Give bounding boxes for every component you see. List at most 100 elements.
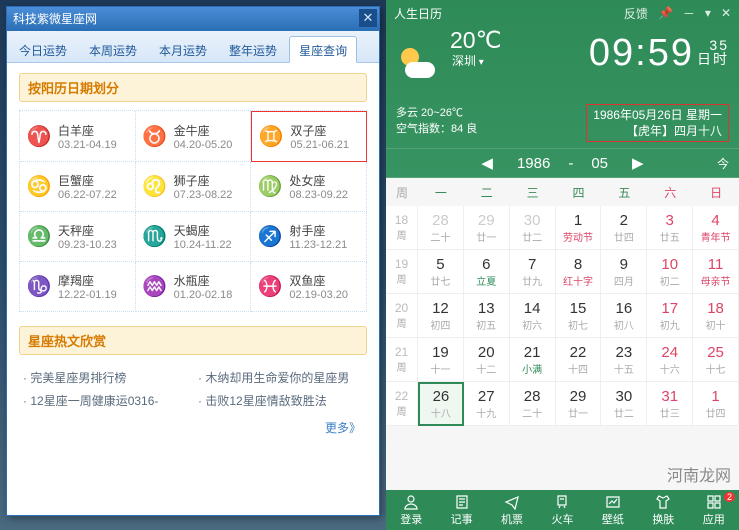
bottom-app[interactable]: 应用2 [689,490,739,530]
prev-month-icon[interactable]: ◀ [475,154,499,172]
day-cell[interactable]: 13初五 [464,294,510,338]
zodiac-glyph-icon: ♓ [257,274,283,300]
bottom-bar: 登录记事机票火车壁纸换肤应用2 [386,490,739,530]
feedback-link[interactable]: 反馈 [624,5,648,22]
nav-month[interactable]: 05 [591,155,608,172]
day-cell[interactable]: 16初八 [601,294,647,338]
bottom-pic[interactable]: 壁纸 [588,490,638,530]
day-cell[interactable]: 24十六 [647,338,693,382]
day-cell[interactable]: 7廿九 [510,250,556,294]
day-cell[interactable]: 29廿一 [556,382,602,426]
sign-狮子座[interactable]: ♌狮子座07.23-08.22 [136,162,252,212]
today-button[interactable]: 今 [717,155,729,172]
tab-3[interactable]: 整年运势 [219,36,287,63]
day-cell[interactable]: 28二十 [510,382,556,426]
sign-射手座[interactable]: ♐射手座11.23-12.21 [251,212,367,262]
hot-link[interactable]: 木纳却用生命爱你的星座男 [198,369,363,386]
day-cell[interactable]: 1劳动节 [556,206,602,250]
bottom-skin[interactable]: 换肤 [638,490,688,530]
zodiac-glyph-icon: ♉ [142,123,168,149]
day-cell[interactable]: 4青年节 [693,206,739,250]
day-cell[interactable]: 20十二 [464,338,510,382]
calendar-header: 20℃ 深圳 09:59 35 日时 [386,26,739,104]
minimize-icon[interactable]: － [683,5,695,22]
weather-city[interactable]: 深圳 [452,54,484,68]
zodiac-glyph-icon: ♍ [257,174,283,200]
hot-articles-section: 星座热文欣赏 完美星座男排行榜木纳却用生命爱你的星座男12星座一周健康运0316… [19,326,367,415]
day-cell[interactable]: 1廿四 [693,382,739,426]
zodiac-glyph-icon: ♈ [26,123,52,149]
bottom-note[interactable]: 记事 [436,490,486,530]
sign-摩羯座[interactable]: ♑摩羯座12.22-01.19 [20,262,136,312]
sign-双鱼座[interactable]: ♓双鱼座02.19-03.20 [251,262,367,312]
day-cell[interactable]: 19十一 [418,338,464,382]
sign-处女座[interactable]: ♍处女座08.23-09.22 [251,162,367,212]
sign-巨蟹座[interactable]: ♋巨蟹座06.22-07.22 [20,162,136,212]
sign-白羊座[interactable]: ♈白羊座03.21-04.19 [20,111,136,162]
day-cell[interactable]: 29廿一 [464,206,510,250]
dow-header: 三 [510,184,556,201]
close-icon[interactable]: ✕ [721,6,731,20]
calendar-titlebar[interactable]: 人生日历 反馈 📌 － ▾ ✕ [386,0,739,26]
day-cell[interactable]: 15初七 [556,294,602,338]
week-col-header: 周 [386,184,418,201]
menu-icon[interactable]: ▾ [705,6,711,20]
day-cell[interactable]: 28二十 [418,206,464,250]
day-cell[interactable]: 12初四 [418,294,464,338]
tab-1[interactable]: 本周运势 [79,36,147,63]
weather-icon[interactable] [396,32,450,100]
day-cell[interactable]: 10初二 [647,250,693,294]
day-cell[interactable]: 9四月 [601,250,647,294]
day-cell[interactable]: 26十八 [418,382,464,426]
zodiac-glyph-icon: ♑ [26,274,52,300]
next-month-icon[interactable]: ▶ [626,154,650,172]
day-cell[interactable]: 17初九 [647,294,693,338]
day-cell[interactable]: 31廿三 [647,382,693,426]
selected-date-badge: 1986年05月26日 星期一 【虎年】四月十八 [586,104,729,142]
dow-header: 六 [647,184,693,201]
bottom-plane[interactable]: 机票 [487,490,537,530]
day-cell[interactable]: 30廿二 [601,382,647,426]
day-cell[interactable]: 3廿五 [647,206,693,250]
day-cell[interactable]: 25十七 [693,338,739,382]
day-cell[interactable]: 2廿四 [601,206,647,250]
sign-水瓶座[interactable]: ♒水瓶座01.20-02.18 [136,262,252,312]
pin-icon[interactable]: 📌 [658,6,673,20]
day-cell[interactable]: 23十五 [601,338,647,382]
day-cell[interactable]: 22十四 [556,338,602,382]
dow-header: 二 [464,184,510,201]
dow-header: 五 [601,184,647,201]
day-cell[interactable]: 14初六 [510,294,556,338]
weather-cond: 多云 20~26℃ [396,104,572,120]
month-nav: ◀ 1986 - 05 ▶ 今 [386,148,739,178]
sign-金牛座[interactable]: ♉金牛座04.20-05.20 [136,111,252,162]
nav-year[interactable]: 1986 [517,155,550,172]
weather-temp: 20℃ [450,27,501,53]
day-cell[interactable]: 11母亲节 [693,250,739,294]
day-cell[interactable]: 30廿二 [510,206,556,250]
sub-header: 多云 20~26℃ 空气指数：84 良 1986年05月26日 星期一 【虎年】… [386,104,739,148]
day-cell[interactable]: 8红十字 [556,250,602,294]
sign-天蝎座[interactable]: ♏天蝎座10.24-11.22 [136,212,252,262]
hot-link[interactable]: 12星座一周健康运0316- [23,392,188,409]
hot-link[interactable]: 完美星座男排行榜 [23,369,188,386]
tab-4[interactable]: 星座查询 [289,36,357,63]
dow-header: 日 [693,184,739,201]
close-icon[interactable]: ✕ [359,9,377,27]
bottom-user[interactable]: 登录 [386,490,436,530]
day-of-week-row: 周一二三四五六日 [386,178,739,206]
day-cell[interactable]: 18初十 [693,294,739,338]
day-cell[interactable]: 6立夏 [464,250,510,294]
hot-link[interactable]: 击败12星座情敌致胜法 [198,392,363,409]
sign-双子座[interactable]: ♊双子座05.21-06.21 [251,111,367,162]
zodiac-titlebar[interactable]: 科技紫微星座网 ✕ [7,7,379,31]
tab-2[interactable]: 本月运势 [149,36,217,63]
day-cell[interactable]: 21小满 [510,338,556,382]
tab-0[interactable]: 今日运势 [9,36,77,63]
sign-天秤座[interactable]: ♎天秤座09.23-10.23 [20,212,136,262]
day-cell[interactable]: 27十九 [464,382,510,426]
day-cell[interactable]: 5廿七 [418,250,464,294]
date-line1: 1986年05月26日 星期一 [593,107,722,123]
bottom-train[interactable]: 火车 [537,490,587,530]
more-link[interactable]: 更多》 [19,415,367,440]
